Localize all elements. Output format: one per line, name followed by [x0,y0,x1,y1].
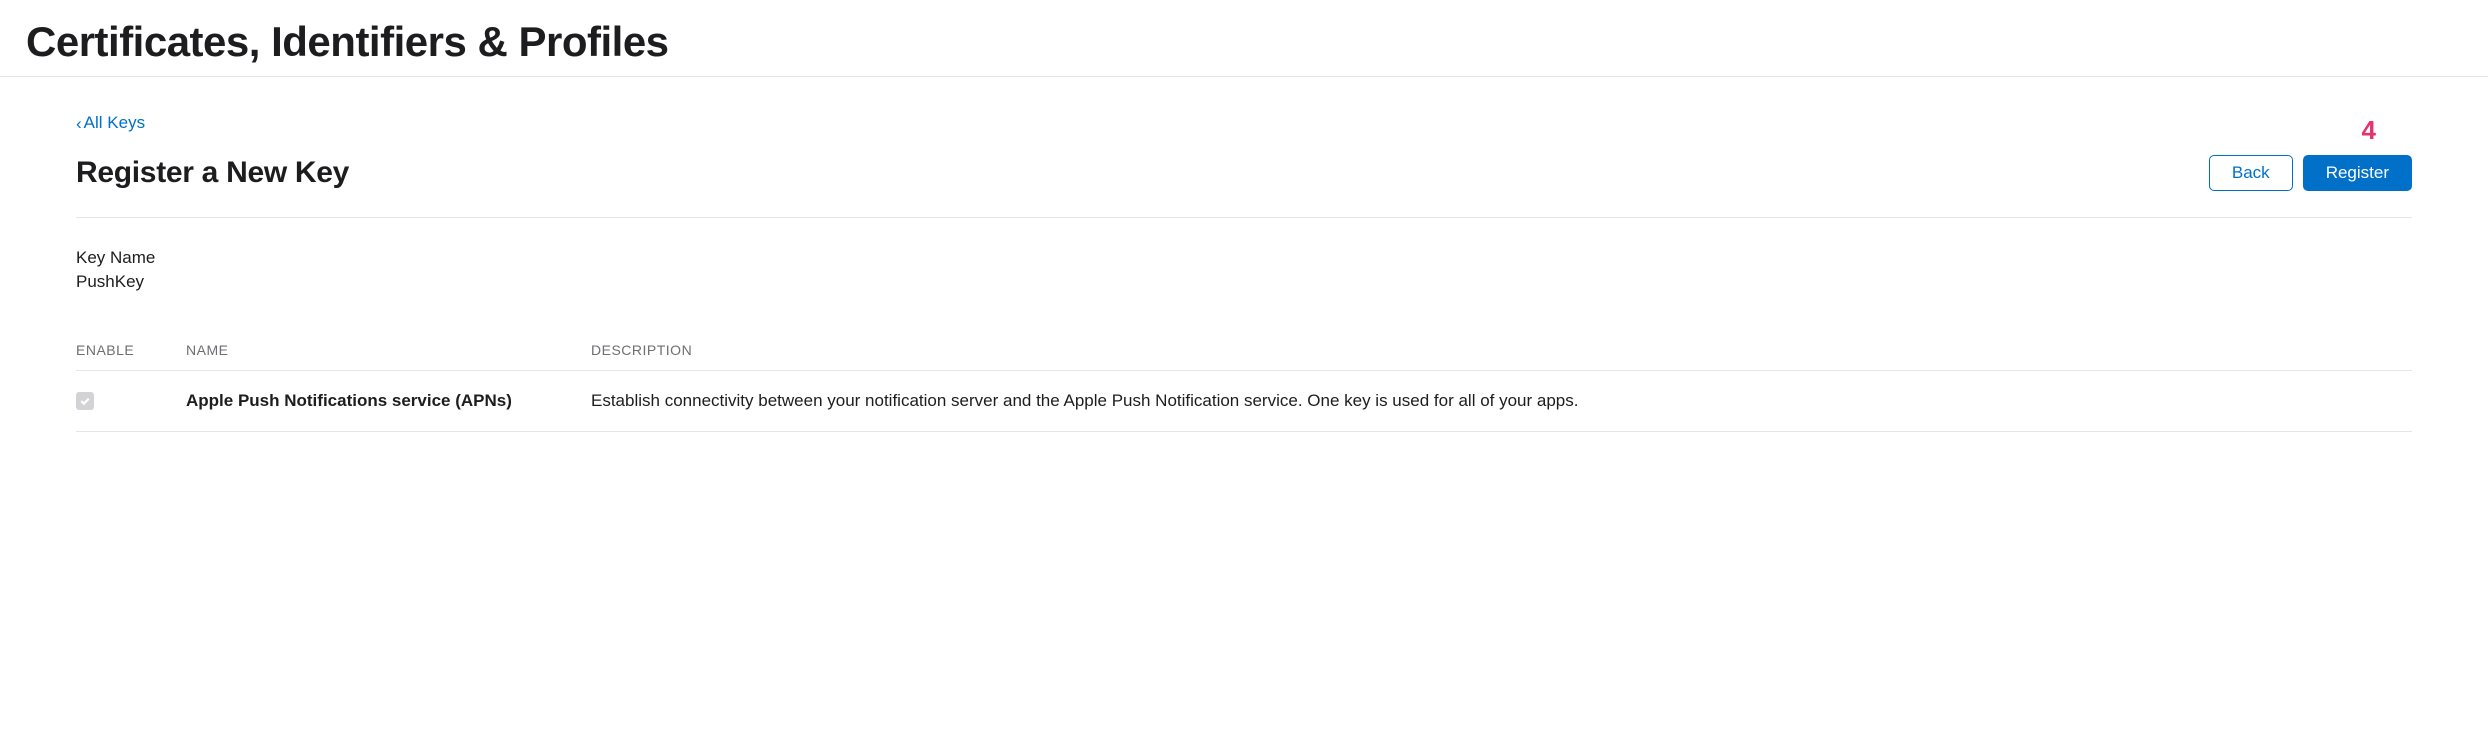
service-description: Establish connectivity between your noti… [591,389,2412,413]
table-header: ENABLE NAME DESCRIPTION [76,332,2412,371]
button-group: Back Register [2209,155,2412,191]
table-row: Apple Push Notifications service (APNs) … [76,371,2412,432]
services-table: ENABLE NAME DESCRIPTION Apple Push Notif… [76,332,2412,432]
back-link-label: All Keys [84,113,145,133]
key-name-value: PushKey [76,272,2412,292]
back-link-all-keys[interactable]: ‹ All Keys [76,113,145,133]
back-button[interactable]: Back [2209,155,2293,191]
header-row: Register a New Key Back Register 4 [76,155,2412,218]
page-title: Certificates, Identifiers & Profiles [0,0,2488,77]
section-title: Register a New Key [76,156,349,190]
header-enable: ENABLE [76,342,186,358]
service-name: Apple Push Notifications service (APNs) [186,391,591,411]
header-description: DESCRIPTION [591,342,2412,358]
main-content: ‹ All Keys Register a New Key Back Regis… [0,77,2488,432]
key-name-label: Key Name [76,248,2412,268]
step-annotation: 4 [2362,115,2376,146]
register-button[interactable]: Register [2303,155,2412,191]
key-info: Key Name PushKey [76,218,2412,332]
enable-cell [76,392,186,410]
enable-checkbox[interactable] [76,392,94,410]
chevron-left-icon: ‹ [76,115,82,132]
check-icon [79,395,91,407]
header-name: NAME [186,342,591,358]
